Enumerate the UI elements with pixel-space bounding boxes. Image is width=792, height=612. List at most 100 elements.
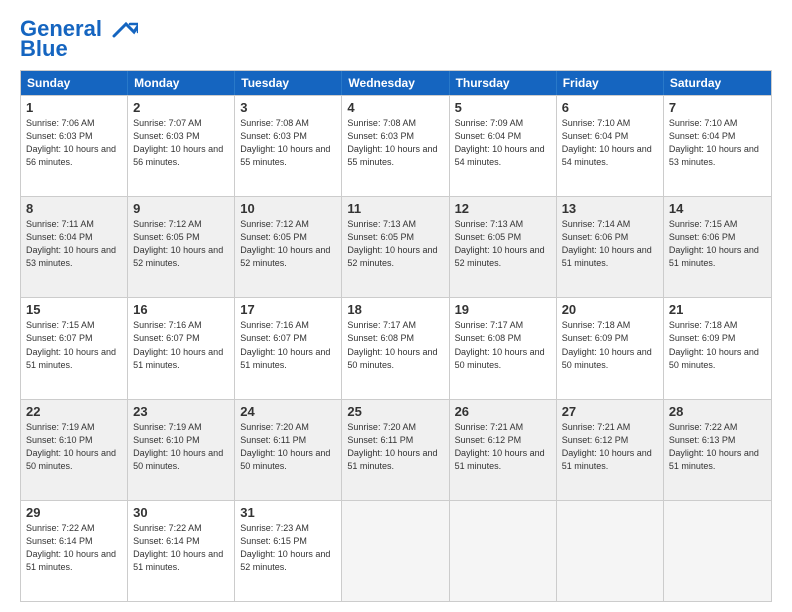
day-number: 1	[26, 100, 122, 115]
logo-icon	[106, 18, 138, 40]
page: General Blue SundayMondayTuesdayWednesda…	[0, 0, 792, 612]
calendar-cell: 16Sunrise: 7:16 AMSunset: 6:07 PMDayligh…	[128, 298, 235, 398]
calendar-cell	[557, 501, 664, 601]
cell-info: Sunrise: 7:18 AMSunset: 6:09 PMDaylight:…	[562, 319, 658, 371]
day-number: 6	[562, 100, 658, 115]
cell-info: Sunrise: 7:20 AMSunset: 6:11 PMDaylight:…	[347, 421, 443, 473]
calendar-row-1: 1 Sunrise: 7:06 AMSunset: 6:03 PMDaylight…	[21, 95, 771, 196]
cell-info: Sunrise: 7:17 AMSunset: 6:08 PMDaylight:…	[455, 319, 551, 371]
day-number: 14	[669, 201, 766, 216]
cell-info: Sunrise: 7:12 AMSunset: 6:05 PMDaylight:…	[240, 218, 336, 270]
day-number: 4	[347, 100, 443, 115]
calendar-cell: 28 Sunrise: 7:22 AMSunset: 6:13 PMDayligh…	[664, 400, 771, 500]
calendar-cell: 5Sunrise: 7:09 AMSunset: 6:04 PMDaylight…	[450, 96, 557, 196]
cell-info: Sunrise: 7:13 AMSunset: 6:05 PMDaylight:…	[347, 218, 443, 270]
calendar-cell: 27Sunrise: 7:21 AMSunset: 6:12 PMDayligh…	[557, 400, 664, 500]
calendar-cell: 12 Sunrise: 7:13 AMSunset: 6:05 PMDayligh…	[450, 197, 557, 297]
day-number: 7	[669, 100, 766, 115]
day-number: 10	[240, 201, 336, 216]
day-number: 13	[562, 201, 658, 216]
day-number: 3	[240, 100, 336, 115]
cell-info: Sunrise: 7:14 AMSunset: 6:06 PMDaylight:…	[562, 218, 658, 270]
calendar-cell: 15 Sunrise: 7:15 AMSunset: 6:07 PMDayligh…	[21, 298, 128, 398]
calendar-cell: 2 Sunrise: 7:07 AMSunset: 6:03 PMDaylight…	[128, 96, 235, 196]
cell-info: Sunrise: 7:21 AMSunset: 6:12 PMDaylight:…	[455, 421, 551, 473]
calendar-body: 1 Sunrise: 7:06 AMSunset: 6:03 PMDaylight…	[21, 95, 771, 601]
header-day-wednesday: Wednesday	[342, 71, 449, 95]
calendar-cell: 23Sunrise: 7:19 AMSunset: 6:10 PMDayligh…	[128, 400, 235, 500]
day-number: 22	[26, 404, 122, 419]
day-number: 31	[240, 505, 336, 520]
cell-info: Sunrise: 7:15 AMSunset: 6:07 PMDaylight:…	[26, 319, 122, 371]
cell-info: Sunrise: 7:22 AMSunset: 6:14 PMDaylight:…	[133, 522, 229, 574]
cell-info: Sunrise: 7:20 AMSunset: 6:11 PMDaylight:…	[240, 421, 336, 473]
header-day-tuesday: Tuesday	[235, 71, 342, 95]
cell-info: Sunrise: 7:06 AMSunset: 6:03 PMDaylight:…	[26, 117, 122, 169]
cell-info: Sunrise: 7:10 AMSunset: 6:04 PMDaylight:…	[562, 117, 658, 169]
cell-info: Sunrise: 7:11 AMSunset: 6:04 PMDaylight:…	[26, 218, 122, 270]
day-number: 5	[455, 100, 551, 115]
cell-info: Sunrise: 7:13 AMSunset: 6:05 PMDaylight:…	[455, 218, 551, 270]
calendar-cell: 7 Sunrise: 7:10 AMSunset: 6:04 PMDaylight…	[664, 96, 771, 196]
calendar-cell: 19 Sunrise: 7:17 AMSunset: 6:08 PMDayligh…	[450, 298, 557, 398]
calendar-cell: 9Sunrise: 7:12 AMSunset: 6:05 PMDaylight…	[128, 197, 235, 297]
cell-info: Sunrise: 7:17 AMSunset: 6:08 PMDaylight:…	[347, 319, 443, 371]
header-day-sunday: Sunday	[21, 71, 128, 95]
calendar-cell	[450, 501, 557, 601]
calendar-cell: 17 Sunrise: 7:16 AMSunset: 6:07 PMDayligh…	[235, 298, 342, 398]
cell-info: Sunrise: 7:19 AMSunset: 6:10 PMDaylight:…	[133, 421, 229, 473]
calendar-row-2: 8Sunrise: 7:11 AMSunset: 6:04 PMDaylight…	[21, 196, 771, 297]
cell-info: Sunrise: 7:18 AMSunset: 6:09 PMDaylight:…	[669, 319, 766, 371]
cell-info: Sunrise: 7:08 AMSunset: 6:03 PMDaylight:…	[240, 117, 336, 169]
calendar-cell: 6 Sunrise: 7:10 AMSunset: 6:04 PMDaylight…	[557, 96, 664, 196]
calendar-cell	[342, 501, 449, 601]
calendar-cell: 21Sunrise: 7:18 AMSunset: 6:09 PMDayligh…	[664, 298, 771, 398]
calendar-cell: 8Sunrise: 7:11 AMSunset: 6:04 PMDaylight…	[21, 197, 128, 297]
calendar-cell	[664, 501, 771, 601]
calendar-cell: 13 Sunrise: 7:14 AMSunset: 6:06 PMDayligh…	[557, 197, 664, 297]
day-number: 11	[347, 201, 443, 216]
cell-info: Sunrise: 7:15 AMSunset: 6:06 PMDaylight:…	[669, 218, 766, 270]
calendar-cell: 22Sunrise: 7:19 AMSunset: 6:10 PMDayligh…	[21, 400, 128, 500]
cell-info: Sunrise: 7:07 AMSunset: 6:03 PMDaylight:…	[133, 117, 229, 169]
cell-info: Sunrise: 7:21 AMSunset: 6:12 PMDaylight:…	[562, 421, 658, 473]
logo: General Blue	[20, 18, 138, 60]
calendar-row-3: 15 Sunrise: 7:15 AMSunset: 6:07 PMDayligh…	[21, 297, 771, 398]
day-number: 17	[240, 302, 336, 317]
day-number: 26	[455, 404, 551, 419]
day-number: 19	[455, 302, 551, 317]
cell-info: Sunrise: 7:10 AMSunset: 6:04 PMDaylight:…	[669, 117, 766, 169]
day-number: 29	[26, 505, 122, 520]
cell-info: Sunrise: 7:23 AMSunset: 6:15 PMDaylight:…	[240, 522, 336, 574]
day-number: 12	[455, 201, 551, 216]
day-number: 9	[133, 201, 229, 216]
day-number: 15	[26, 302, 122, 317]
header-day-monday: Monday	[128, 71, 235, 95]
calendar-cell: 11 Sunrise: 7:13 AMSunset: 6:05 PMDayligh…	[342, 197, 449, 297]
header-day-saturday: Saturday	[664, 71, 771, 95]
calendar-row-5: 29 Sunrise: 7:22 AMSunset: 6:14 PMDayligh…	[21, 500, 771, 601]
cell-info: Sunrise: 7:22 AMSunset: 6:13 PMDaylight:…	[669, 421, 766, 473]
day-number: 25	[347, 404, 443, 419]
calendar-row-4: 22 Sunrise: 7:19 AMSunset: 6:10 PMDayligh…	[21, 399, 771, 500]
day-number: 18	[347, 302, 443, 317]
day-number: 30	[133, 505, 229, 520]
day-number: 16	[133, 302, 229, 317]
calendar-cell: 29 Sunrise: 7:22 AMSunset: 6:14 PMDayligh…	[21, 501, 128, 601]
calendar-cell: 14 Sunrise: 7:15 AMSunset: 6:06 PMDayligh…	[664, 197, 771, 297]
header-day-friday: Friday	[557, 71, 664, 95]
calendar-cell: 30 Sunrise: 7:22 AMSunset: 6:14 PMDayligh…	[128, 501, 235, 601]
cell-info: Sunrise: 7:22 AMSunset: 6:14 PMDaylight:…	[26, 522, 122, 574]
day-number: 28	[669, 404, 766, 419]
header: General Blue	[20, 18, 772, 60]
cell-info: Sunrise: 7:16 AMSunset: 6:07 PMDaylight:…	[240, 319, 336, 371]
calendar-cell: 31 Sunrise: 7:23 AMSunset: 6:15 PMDayligh…	[235, 501, 342, 601]
day-number: 20	[562, 302, 658, 317]
header-day-thursday: Thursday	[450, 71, 557, 95]
cell-info: Sunrise: 7:08 AMSunset: 6:03 PMDaylight:…	[347, 117, 443, 169]
day-number: 24	[240, 404, 336, 419]
calendar-cell: 4 Sunrise: 7:08 AMSunset: 6:03 PMDaylight…	[342, 96, 449, 196]
calendar-cell: 1 Sunrise: 7:06 AMSunset: 6:03 PMDaylight…	[21, 96, 128, 196]
calendar-header: SundayMondayTuesdayWednesdayThursdayFrid…	[21, 71, 771, 95]
day-number: 2	[133, 100, 229, 115]
